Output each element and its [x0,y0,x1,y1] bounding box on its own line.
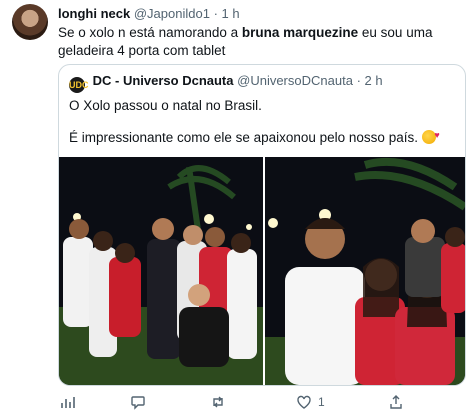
retweet-button[interactable] [210,392,226,412]
like-count: 1 [318,395,325,409]
quoted-header: UDC DC - Universo Dcnauta @UniversoDCnau… [69,73,383,93]
smiling-face-with-hearts-icon [421,126,440,144]
analytics-icon [61,397,75,408]
dot-separator: · [356,73,361,88]
quoted-text-line2: É impressionante como ele se apaixonou p… [69,126,440,147]
author-handle[interactable]: @Japonildo1 [134,6,210,21]
dot-separator: · [213,6,218,21]
like-icon [297,395,311,409]
quoted-tweet[interactable]: UDC DC - Universo Dcnauta @UniversoDCnau… [58,64,466,386]
tweet-header: longhi neck @Japonildo1 · 1 h [58,6,240,22]
tweet-actions: 1 [58,392,468,412]
quoted-time: 2 h [364,73,383,88]
author-name[interactable]: longhi neck [58,6,130,21]
reply-button[interactable] [130,392,146,412]
share-button[interactable] [388,392,404,412]
analytics-button[interactable] [60,392,76,412]
reply-icon [131,396,145,410]
quoted-handle: @UniversoDCnauta [237,73,353,88]
share-icon [390,395,402,409]
photo-left[interactable] [59,157,263,385]
like-button[interactable]: 1 [296,392,325,412]
photo-right[interactable] [265,157,465,385]
quoted-author-name: DC - Universo Dcnauta [92,73,234,88]
avatar[interactable] [12,4,48,40]
tweet-time[interactable]: 1 h [222,6,240,21]
quoted-text-line1: O Xolo passou o natal no Brasil. [69,98,262,113]
mention-bold: bruna marquezine [241,25,359,40]
quoted-avatar: UDC [69,77,89,93]
tweet-text: Se o xolo n está namorando a bruna marqu… [58,25,433,58]
retweet-icon [213,396,223,408]
